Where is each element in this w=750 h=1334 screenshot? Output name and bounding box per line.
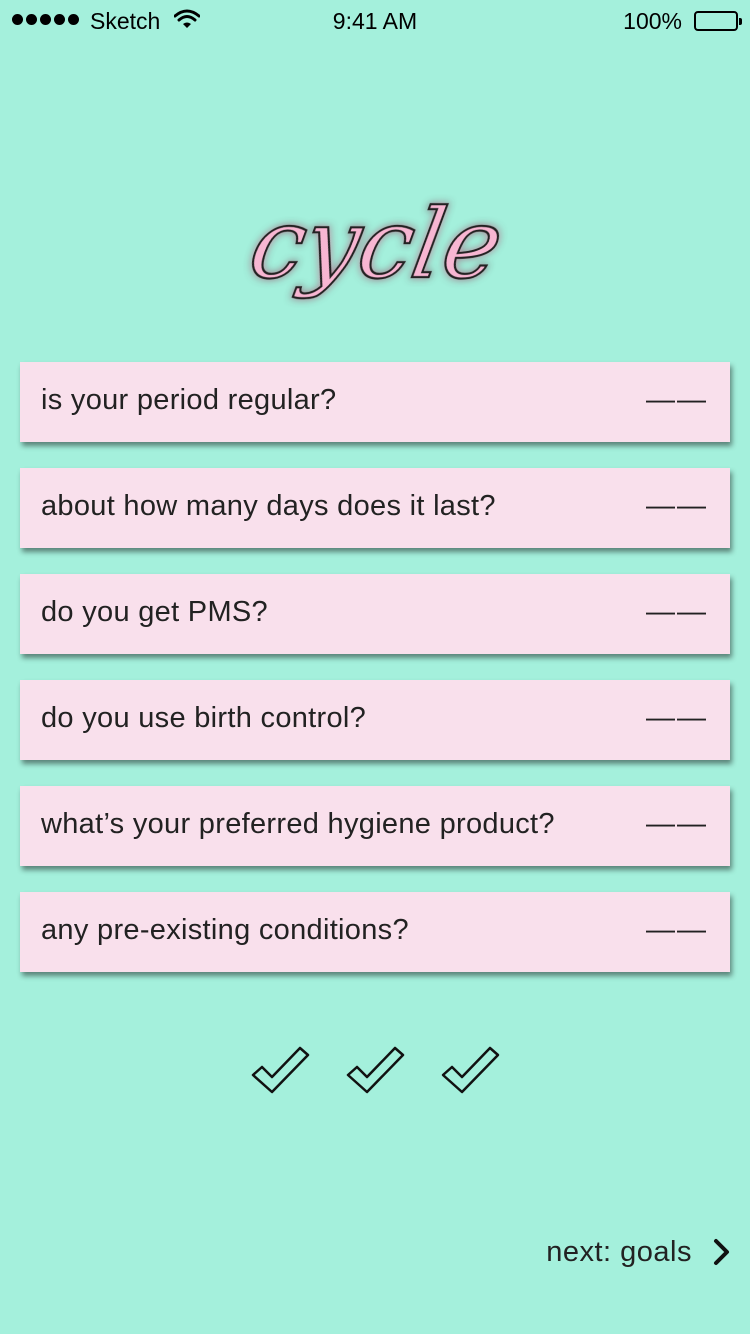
checkmark-icon xyxy=(345,1045,405,1095)
answer-placeholder[interactable]: —— xyxy=(646,914,708,947)
logo-text: cycle xyxy=(242,188,511,300)
status-bar: Sketch 9:41 AM 100% xyxy=(0,0,750,44)
battery-icon xyxy=(694,11,742,31)
question-label: what’s your preferred hygiene product? xyxy=(41,808,555,840)
question-conditions[interactable]: any pre-existing conditions? —— xyxy=(20,892,730,972)
question-label: do you use birth control? xyxy=(41,702,367,734)
checkmark-icon xyxy=(440,1045,500,1095)
battery-percentage: 100% xyxy=(623,8,682,34)
answer-placeholder[interactable]: —— xyxy=(646,596,708,629)
answer-placeholder[interactable]: —— xyxy=(646,384,708,417)
answer-placeholder[interactable]: —— xyxy=(646,808,708,841)
question-label: about how many days does it last? xyxy=(41,490,496,522)
question-birth-control[interactable]: do you use birth control? —— xyxy=(20,680,730,760)
question-hygiene-product[interactable]: what’s your preferred hygiene product? —… xyxy=(20,786,730,866)
next-label: next: goals xyxy=(546,1235,692,1268)
question-label: do you get PMS? xyxy=(41,596,268,628)
question-label: any pre-existing conditions? xyxy=(41,914,409,946)
question-period-duration[interactable]: about how many days does it last? —— xyxy=(20,468,730,548)
app-logo: cycle xyxy=(225,185,525,335)
question-pms[interactable]: do you get PMS? —— xyxy=(20,574,730,654)
next-goals-button[interactable]: next: goals xyxy=(546,1232,732,1272)
question-label: is your period regular? xyxy=(41,384,337,416)
chevron-right-icon xyxy=(712,1238,732,1266)
answer-placeholder[interactable]: —— xyxy=(646,702,708,735)
progress-checks xyxy=(250,1045,510,1095)
question-period-regular[interactable]: is your period regular? —— xyxy=(20,362,730,442)
checkmark-icon xyxy=(250,1045,310,1095)
answer-placeholder[interactable]: —— xyxy=(646,490,708,523)
